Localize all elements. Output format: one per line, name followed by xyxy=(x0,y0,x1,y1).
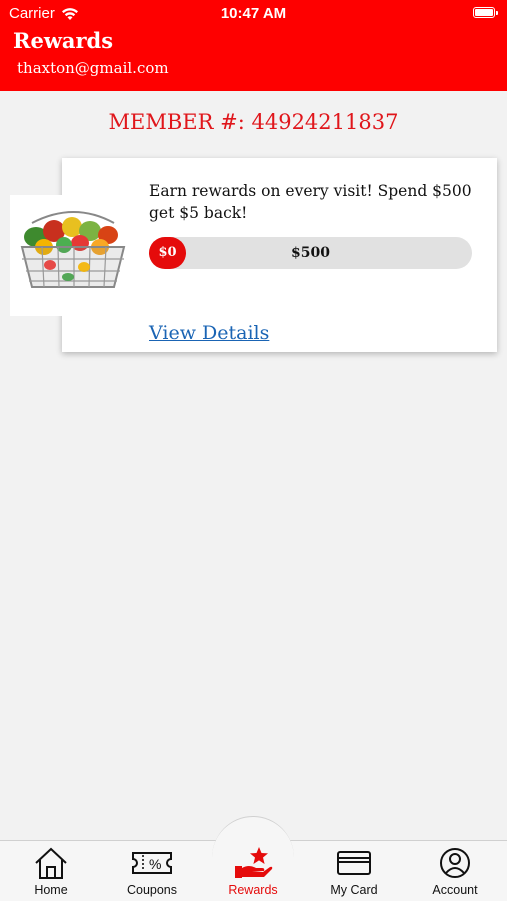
tab-my-card[interactable]: My Card xyxy=(309,846,399,900)
member-number: 44924211837 xyxy=(251,110,399,134)
reward-image xyxy=(10,195,134,316)
app-header: Carrier 10:47 AM Rewards thaxton@gmail.c… xyxy=(0,0,507,91)
grocery-basket-icon xyxy=(20,211,126,288)
user-email: thaxton@gmail.com xyxy=(17,59,169,77)
tab-my-card-label: My Card xyxy=(330,883,378,897)
status-bar: Carrier 10:47 AM xyxy=(0,0,507,28)
tab-coupons-label: Coupons xyxy=(126,883,178,897)
tab-coupons[interactable]: % Coupons xyxy=(107,846,197,900)
reward-progress-bar: $500 $0 xyxy=(149,237,472,269)
reward-description: Earn rewards on every visit! Spend $500 … xyxy=(149,182,472,222)
view-details-link[interactable]: View Details xyxy=(149,322,269,344)
status-time: 10:47 AM xyxy=(220,5,287,22)
progress-current-badge: $0 xyxy=(149,237,186,269)
tab-rewards-label: Rewards xyxy=(228,883,278,897)
battery-icon xyxy=(473,7,498,18)
tab-account[interactable]: Account xyxy=(410,846,500,900)
svg-text:%: % xyxy=(149,856,161,872)
member-number-line: MEMBER #: 44924211837 xyxy=(0,110,507,134)
coupon-icon: % xyxy=(132,852,172,874)
rewards-hand-star-icon xyxy=(235,847,273,878)
tab-account-label: Account xyxy=(432,883,478,897)
card-icon xyxy=(337,851,371,875)
home-icon xyxy=(35,847,67,879)
progress-goal-label: $500 xyxy=(291,245,330,261)
tab-rewards[interactable]: Rewards xyxy=(208,846,298,900)
member-label: MEMBER #: xyxy=(108,110,245,134)
tab-home[interactable]: Home xyxy=(6,846,96,900)
tab-home-label: Home xyxy=(34,883,68,897)
page-title: Rewards xyxy=(13,28,114,53)
account-icon xyxy=(440,848,470,878)
